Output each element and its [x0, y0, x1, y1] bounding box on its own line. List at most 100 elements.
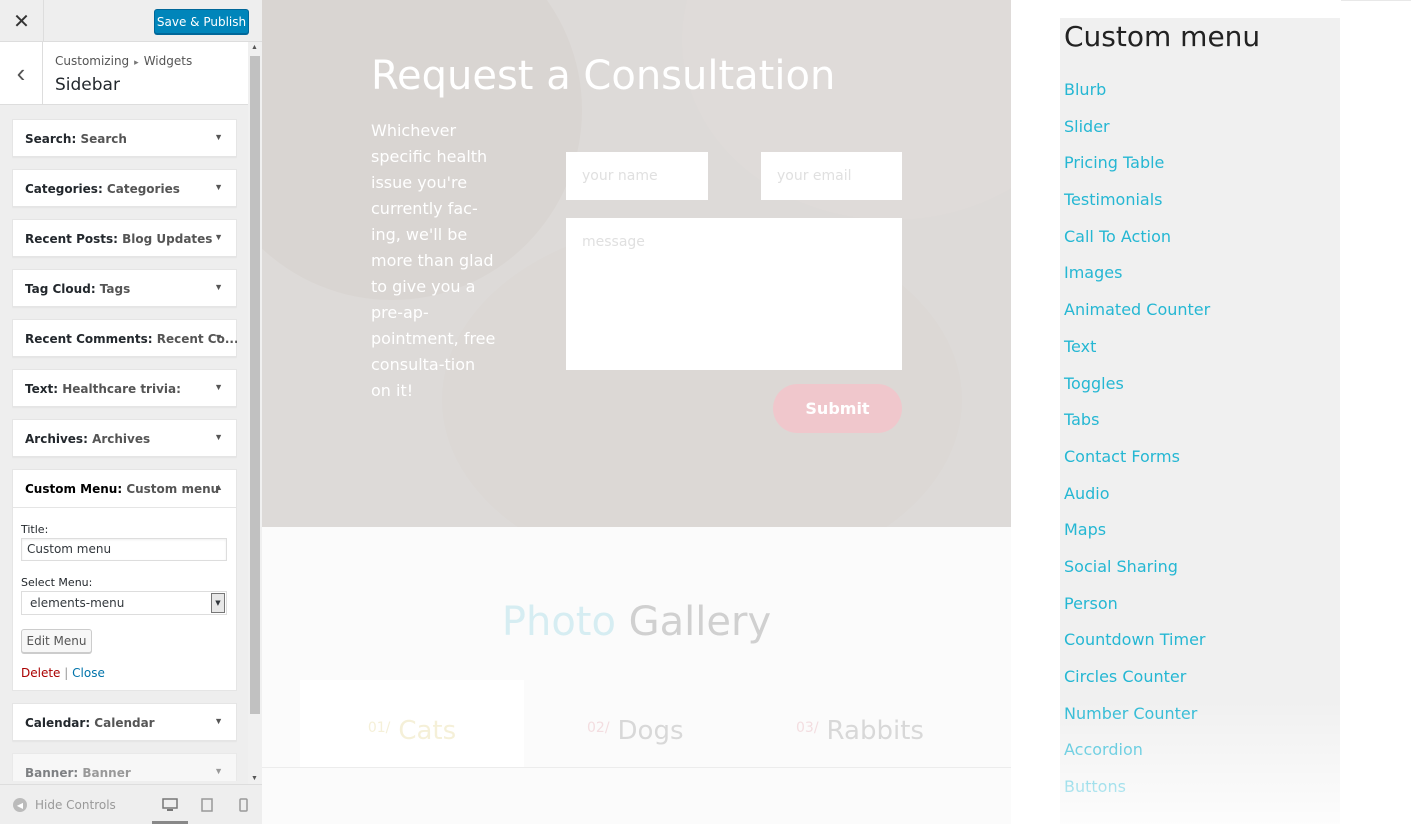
widget-name: Archives — [92, 432, 151, 446]
widget-actions: Delete | Close — [21, 666, 105, 680]
widget-name: Tags — [99, 282, 131, 296]
menu-link[interactable]: Circles Counter — [1064, 667, 1210, 704]
widget-title: Text: Healthcare trivia: — [25, 382, 181, 396]
gallery-tab-cats[interactable]: 01/ Cats — [300, 680, 524, 768]
tab-label: Dogs — [617, 716, 684, 746]
sidebar-fade-overlay — [1060, 700, 1340, 824]
widget-title: Recent Comments: Recent Co... — [25, 332, 237, 346]
widget-name: Categories — [106, 182, 180, 196]
widget-type: Tag Cloud — [25, 282, 91, 296]
menu-link[interactable]: Animated Counter — [1064, 300, 1210, 337]
hide-controls-label: Hide Controls — [35, 798, 116, 812]
widget-type: Search — [25, 132, 72, 146]
close-link[interactable]: Close — [72, 666, 105, 680]
widget-text[interactable]: Text: Healthcare trivia: ▼ — [12, 369, 237, 407]
menu-link[interactable]: Text — [1064, 337, 1210, 374]
tab-label: Rabbits — [826, 716, 924, 746]
caret-down-icon: ▼ — [214, 282, 223, 292]
custom-menu-title: Custom menu — [1064, 20, 1261, 53]
message-textarea[interactable]: message — [566, 218, 902, 370]
panel-footer: ◀ Hide Controls — [0, 784, 262, 824]
caret-down-icon: ▼ — [214, 132, 223, 142]
widget-type: Recent Comments — [25, 332, 148, 346]
section-title: Sidebar — [55, 75, 120, 95]
menu-link[interactable]: Countdown Timer — [1064, 630, 1210, 667]
widget-title: Banner: Banner — [25, 766, 131, 780]
gallery-tab-rabbits[interactable]: 03/ Rabbits — [796, 680, 924, 768]
collapse-icon: ◀ — [13, 798, 27, 812]
caret-down-icon: ▼ — [214, 232, 223, 242]
customizer-panel: ✕ Save & Publish ‹ Customizing ▸ Widgets S… — [0, 0, 262, 824]
widget-banner[interactable]: Banner: Banner ▼ — [12, 753, 237, 781]
tab-number: 02/ — [587, 720, 610, 736]
menu-link[interactable]: Testimonials — [1064, 190, 1210, 227]
tab-number: 01/ — [367, 720, 391, 736]
widget-categories[interactable]: Categories: Categories ▼ — [12, 169, 237, 207]
mobile-preview-icon[interactable] — [235, 797, 251, 813]
gallery-divider — [262, 767, 1011, 768]
hero-text: Whichever specific health issue you're c… — [371, 121, 496, 400]
action-divider: | — [64, 666, 69, 680]
widget-name: Blog Updates — [122, 232, 213, 246]
consultation-section: Request a Consultation Whichever specifi… — [262, 0, 1011, 527]
menu-link[interactable]: Blurb — [1064, 80, 1210, 117]
menu-link[interactable]: Pricing Table — [1064, 153, 1210, 190]
widget-recent-posts[interactable]: Recent Posts: Blog Updates ▼ — [12, 219, 237, 257]
back-button[interactable]: ‹ — [0, 42, 43, 105]
desktop-preview-icon[interactable] — [162, 797, 178, 813]
breadcrumb-path: Customizing ▸ Widgets — [55, 54, 192, 68]
menu-link[interactable]: Images — [1064, 263, 1210, 300]
select-menu-label: Select Menu: — [21, 576, 93, 589]
name-input[interactable]: your name — [566, 152, 708, 200]
widget-custom-menu-expanded: Custom Menu: Custom menu ▲ Title: Custom… — [12, 469, 237, 691]
dropdown-arrow-icon[interactable]: ▼ — [211, 593, 225, 613]
widget-header[interactable]: Custom Menu: Custom menu ▲ — [13, 470, 236, 508]
widget-archives[interactable]: Archives: Archives ▼ — [12, 419, 237, 457]
menu-link[interactable]: Social Sharing — [1064, 557, 1210, 594]
close-icon: ✕ — [13, 10, 30, 33]
close-customizer-button[interactable]: ✕ — [0, 0, 44, 42]
panel-scrollbar[interactable]: ▲ ▼ — [248, 42, 262, 784]
widget-type: Recent Posts — [25, 232, 114, 246]
email-input[interactable]: your email — [761, 152, 902, 200]
widget-calendar[interactable]: Calendar: Calendar ▼ — [12, 703, 237, 741]
widget-name: Healthcare trivia: — [62, 382, 181, 396]
menu-link[interactable]: Person — [1064, 594, 1210, 631]
scroll-up-icon[interactable]: ▲ — [251, 44, 258, 51]
widget-type: Custom Menu — [25, 482, 118, 496]
widget-type: Banner — [25, 766, 74, 780]
breadcrumb-customizing: Customizing — [55, 54, 130, 68]
widget-type: Categories — [25, 182, 98, 196]
scroll-down-icon[interactable]: ▼ — [251, 775, 258, 782]
caret-down-icon: ▼ — [214, 432, 223, 442]
menu-link[interactable]: Tabs — [1064, 410, 1210, 447]
title-input[interactable]: Custom menu — [21, 538, 227, 561]
menu-link[interactable]: Toggles — [1064, 374, 1210, 411]
widget-recent-comments[interactable]: Recent Comments: Recent Co... ▼ — [12, 319, 237, 357]
menu-select[interactable]: elements-menu ▼ — [21, 591, 227, 615]
menu-link[interactable]: Call To Action — [1064, 227, 1210, 264]
caret-down-icon: ▼ — [214, 182, 223, 192]
widget-tag-cloud[interactable]: Tag Cloud: Tags ▼ — [12, 269, 237, 307]
menu-link[interactable]: Audio — [1064, 484, 1210, 521]
menu-link[interactable]: Maps — [1064, 520, 1210, 557]
caret-down-icon: ▼ — [214, 716, 223, 726]
widget-name: Search — [80, 132, 127, 146]
gallery-tab-dogs[interactable]: 02/ Dogs — [587, 680, 684, 768]
scrollbar-thumb[interactable] — [250, 56, 260, 714]
hide-controls-button[interactable]: ◀ Hide Controls — [13, 798, 116, 812]
submit-button[interactable]: Submit — [773, 384, 902, 433]
tablet-preview-icon[interactable] — [199, 797, 215, 813]
widget-name: Banner — [82, 766, 131, 780]
menu-link[interactable]: Contact Forms — [1064, 447, 1210, 484]
menu-link[interactable]: Slider — [1064, 117, 1210, 154]
delete-link[interactable]: Delete — [21, 666, 60, 680]
caret-down-icon: ▼ — [214, 382, 223, 392]
widget-search[interactable]: Search: Search ▼ — [12, 119, 237, 157]
menu-select-value: elements-menu — [30, 596, 125, 610]
edit-menu-button[interactable]: Edit Menu — [21, 629, 92, 653]
save-publish-button[interactable]: Save & Publish — [154, 9, 249, 34]
hero-title: Request a Consultation — [371, 53, 836, 99]
widget-name: Custom menu — [126, 482, 220, 496]
breadcrumb: ‹ Customizing ▸ Widgets Sidebar — [0, 42, 248, 105]
